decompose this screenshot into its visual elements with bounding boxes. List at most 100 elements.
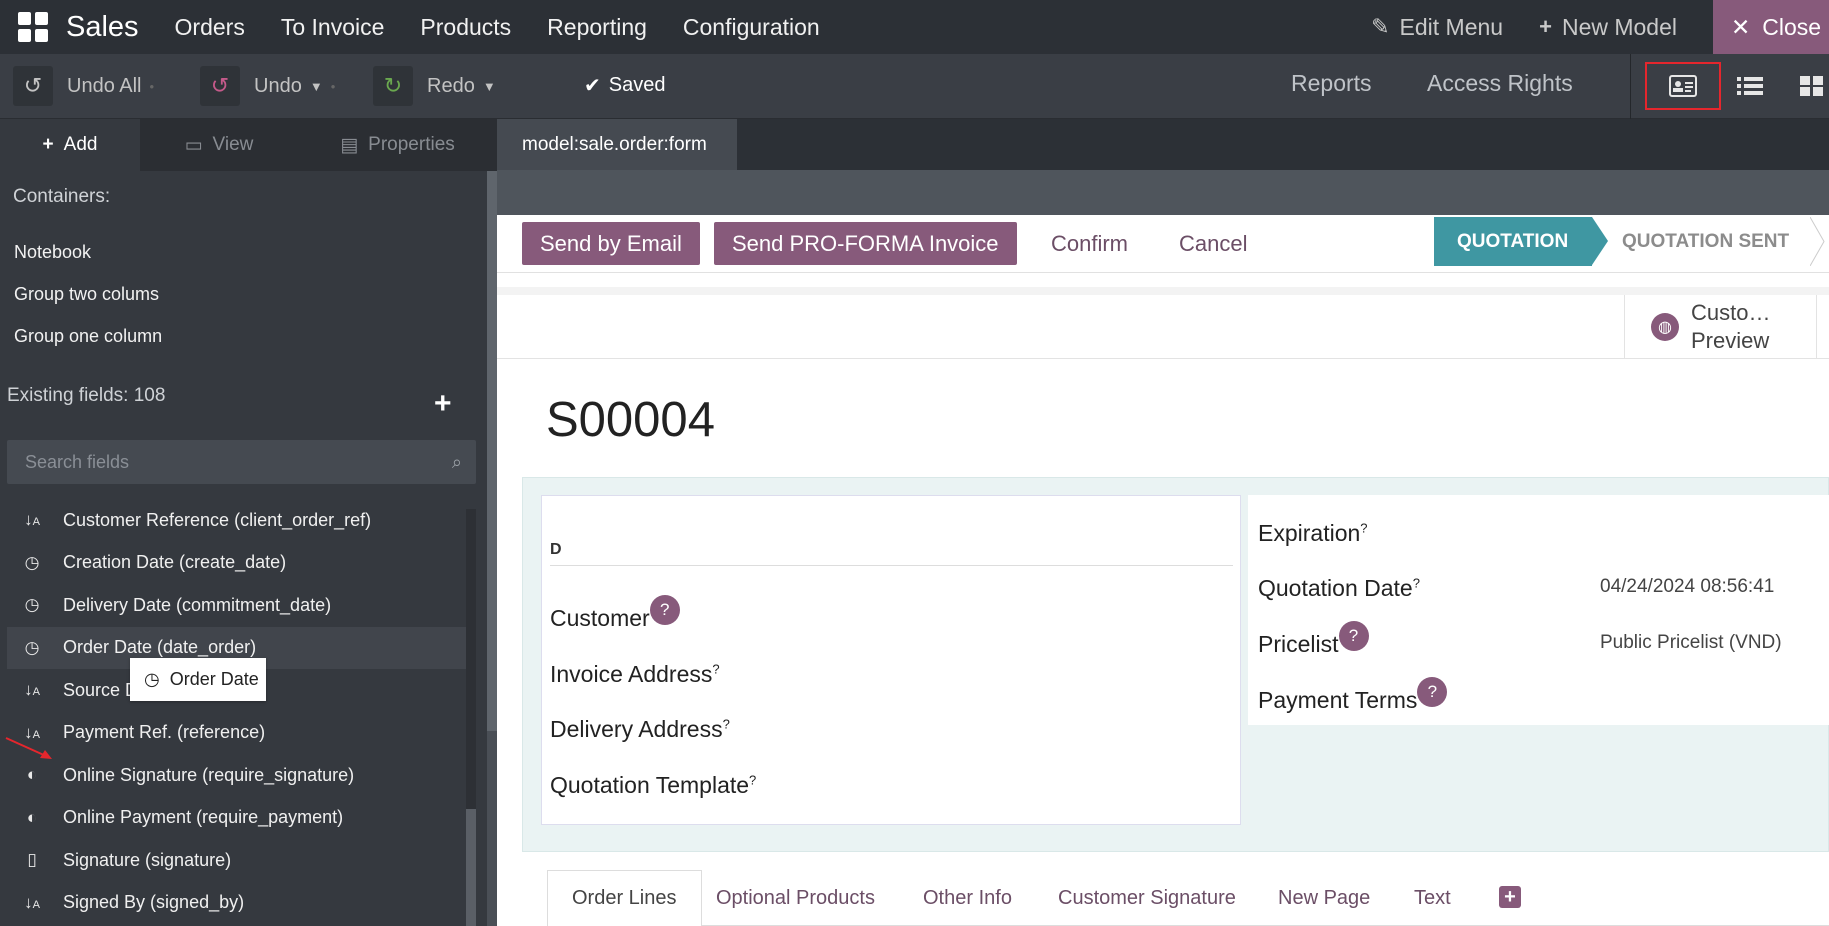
form-view-button[interactable] bbox=[1645, 62, 1721, 110]
kanban-view-button[interactable] bbox=[1790, 62, 1829, 110]
field-label: Customer Reference (client_order_ref) bbox=[63, 509, 372, 530]
field-item-client-order-ref[interactable]: ↓A Customer Reference (client_order_ref) bbox=[7, 499, 467, 542]
search-icon[interactable]: ⌕ bbox=[452, 452, 462, 473]
add-field-icon[interactable]: + bbox=[434, 387, 452, 421]
undo-all-label: Undo All bbox=[67, 74, 142, 97]
kanban-icon bbox=[1800, 76, 1823, 96]
expiration-label[interactable]: Expiration? bbox=[1258, 520, 1368, 547]
customer-label[interactable]: Customer? bbox=[550, 595, 680, 635]
confirm-button[interactable]: Confirm bbox=[1051, 222, 1128, 265]
drag-tooltip[interactable]: ◷ Order Date bbox=[130, 658, 266, 701]
field-label: Signature (signature) bbox=[63, 849, 232, 870]
expiration-label-text: Expiration bbox=[1258, 520, 1361, 546]
help-mark: ? bbox=[1360, 520, 1368, 536]
globe-icon: ◍ bbox=[1651, 313, 1679, 341]
fields-list-scrollbar[interactable] bbox=[466, 509, 476, 926]
tab-add[interactable]: + Add bbox=[0, 119, 140, 171]
new-model-button[interactable]: + New Model bbox=[1539, 14, 1677, 41]
list-icon bbox=[1737, 77, 1763, 95]
undo-button[interactable]: ↺ Undo ▼ • bbox=[200, 66, 335, 106]
app-brand[interactable]: Sales bbox=[66, 11, 139, 44]
customer-preview-button[interactable]: ◍ Custo… Preview bbox=[1624, 295, 1817, 359]
undo-all-icon: ↺ bbox=[13, 66, 53, 106]
send-proforma-button[interactable]: Send PRO-FORMA Invoice bbox=[714, 222, 1017, 265]
close-icon: ✕ bbox=[1731, 13, 1751, 40]
tab-new-page[interactable]: New Page bbox=[1278, 870, 1370, 926]
field-item-reference[interactable]: ↓A Payment Ref. (reference) bbox=[7, 712, 467, 755]
help-icon[interactable]: ? bbox=[1338, 621, 1369, 651]
stage-quotation-sent[interactable]: QUOTATION SENT bbox=[1622, 217, 1789, 266]
invoice-address-label[interactable]: Invoice Address? bbox=[550, 661, 720, 688]
field-label: Payment Ref. (reference) bbox=[63, 722, 266, 743]
caret-down-icon: ▼ bbox=[482, 78, 496, 94]
redo-button[interactable]: ↻ Redo ▼ bbox=[373, 66, 496, 106]
field-item-create-date[interactable]: ◷ Creation Date (create_date) bbox=[7, 542, 467, 585]
toolbar-divider bbox=[1630, 54, 1631, 119]
field-item-signed-by[interactable]: ↓A Signed By (signed_by) bbox=[7, 882, 467, 925]
nav-configuration[interactable]: Configuration bbox=[683, 14, 820, 41]
quotation-template-label[interactable]: Quotation Template? bbox=[550, 772, 756, 799]
new-model-label: New Model bbox=[1561, 13, 1677, 40]
stage-quotation[interactable]: QUOTATION bbox=[1434, 217, 1592, 266]
tab-text[interactable]: Text bbox=[1414, 870, 1451, 926]
toggle-icon: ◐ bbox=[26, 807, 38, 827]
nav-reporting[interactable]: Reporting bbox=[547, 14, 647, 41]
field-label: Delivery Date (commitment_date) bbox=[63, 594, 332, 615]
notebook-tabs: Order Lines Optional Products Other Info… bbox=[547, 870, 1829, 926]
field-item-require-signature[interactable]: ◐ Online Signature (require_signature) bbox=[7, 754, 467, 797]
nav-orders[interactable]: Orders bbox=[175, 14, 245, 41]
group-right-column[interactable]: Expiration? Quotation Date? 04/24/2024 0… bbox=[1248, 495, 1829, 725]
monitor-icon: ▭ bbox=[184, 134, 203, 156]
stage-arrow bbox=[1810, 217, 1825, 266]
undo-icon: ↺ bbox=[200, 66, 240, 106]
list-view-button[interactable] bbox=[1726, 62, 1774, 110]
container-group-two-columns[interactable]: Group two colums bbox=[14, 284, 159, 305]
nav-to-invoice[interactable]: To Invoice bbox=[281, 14, 385, 41]
tab-order-lines[interactable]: Order Lines bbox=[547, 870, 702, 926]
tab-properties[interactable]: ▤ Properties bbox=[298, 119, 497, 171]
edit-menu-button[interactable]: ✎ Edit Menu bbox=[1371, 14, 1503, 41]
payment-terms-label[interactable]: Payment Terms? bbox=[1258, 677, 1448, 717]
tab-customer-signature[interactable]: Customer Signature bbox=[1058, 870, 1236, 926]
delivery-address-label-text: Delivery Address bbox=[550, 716, 723, 742]
dot-icon: • bbox=[330, 78, 336, 94]
quotation-date-label[interactable]: Quotation Date? bbox=[1258, 575, 1420, 602]
pricelist-label-text: Pricelist bbox=[1258, 631, 1339, 657]
sidebar-scrollbar[interactable] bbox=[487, 171, 497, 926]
close-studio-button[interactable]: ✕ Close bbox=[1713, 0, 1829, 54]
container-notebook[interactable]: Notebook bbox=[14, 242, 91, 263]
nav-products[interactable]: Products bbox=[420, 14, 511, 41]
container-group-one-column[interactable]: Group one column bbox=[14, 326, 162, 347]
quotation-date-value[interactable]: 04/24/2024 08:56:41 bbox=[1600, 576, 1774, 598]
form-statusbar: Send by Email Send PRO-FORMA Invoice Con… bbox=[497, 215, 1829, 273]
add-tab-icon[interactable]: + bbox=[1499, 886, 1521, 908]
field-label: Source D bbox=[63, 679, 139, 700]
help-icon[interactable]: ? bbox=[1417, 677, 1448, 707]
help-mark: ? bbox=[1412, 575, 1420, 591]
field-item-require-payment[interactable]: ◐ Online Payment (require_payment) bbox=[7, 797, 467, 840]
search-fields-input[interactable] bbox=[7, 451, 452, 473]
customer-preview-label: Custo… Preview bbox=[1691, 299, 1770, 355]
pricelist-value[interactable]: Public Pricelist (VND) bbox=[1600, 632, 1782, 654]
tab-model-form[interactable]: model:sale.order:form bbox=[497, 119, 737, 170]
sort-alpha-icon: ↓A bbox=[24, 510, 40, 530]
pricelist-label[interactable]: Pricelist? bbox=[1258, 621, 1369, 661]
help-icon[interactable]: ? bbox=[649, 595, 680, 625]
form-editor: model:sale.order:form Send by Email Send… bbox=[497, 119, 1829, 926]
apps-menu-icon[interactable] bbox=[18, 12, 48, 42]
tab-optional-products[interactable]: Optional Products bbox=[716, 870, 875, 926]
cancel-button[interactable]: Cancel bbox=[1179, 222, 1247, 265]
tab-view[interactable]: ▭ View bbox=[140, 119, 298, 171]
editor-tabbar: model:sale.order:form bbox=[497, 119, 1829, 170]
send-by-email-button[interactable]: Send by Email bbox=[522, 222, 700, 265]
access-rights-link[interactable]: Access Rights bbox=[1427, 70, 1573, 97]
tab-other-info[interactable]: Other Info bbox=[923, 870, 1012, 926]
group-left-column[interactable]: D Customer? Invoice Address? Delivery Ad… bbox=[541, 495, 1241, 825]
undo-all-button[interactable]: ↺ Undo All • bbox=[13, 66, 154, 106]
field-item-signature[interactable]: ▯ Signature (signature) bbox=[7, 839, 467, 882]
field-item-commitment-date[interactable]: ◷ Delivery Date (commitment_date) bbox=[7, 584, 467, 627]
delivery-address-label[interactable]: Delivery Address? bbox=[550, 716, 730, 743]
reports-link[interactable]: Reports bbox=[1291, 70, 1372, 97]
order-name[interactable]: S00004 bbox=[546, 392, 715, 448]
field-label: Signed By (signed_by) bbox=[63, 892, 245, 913]
